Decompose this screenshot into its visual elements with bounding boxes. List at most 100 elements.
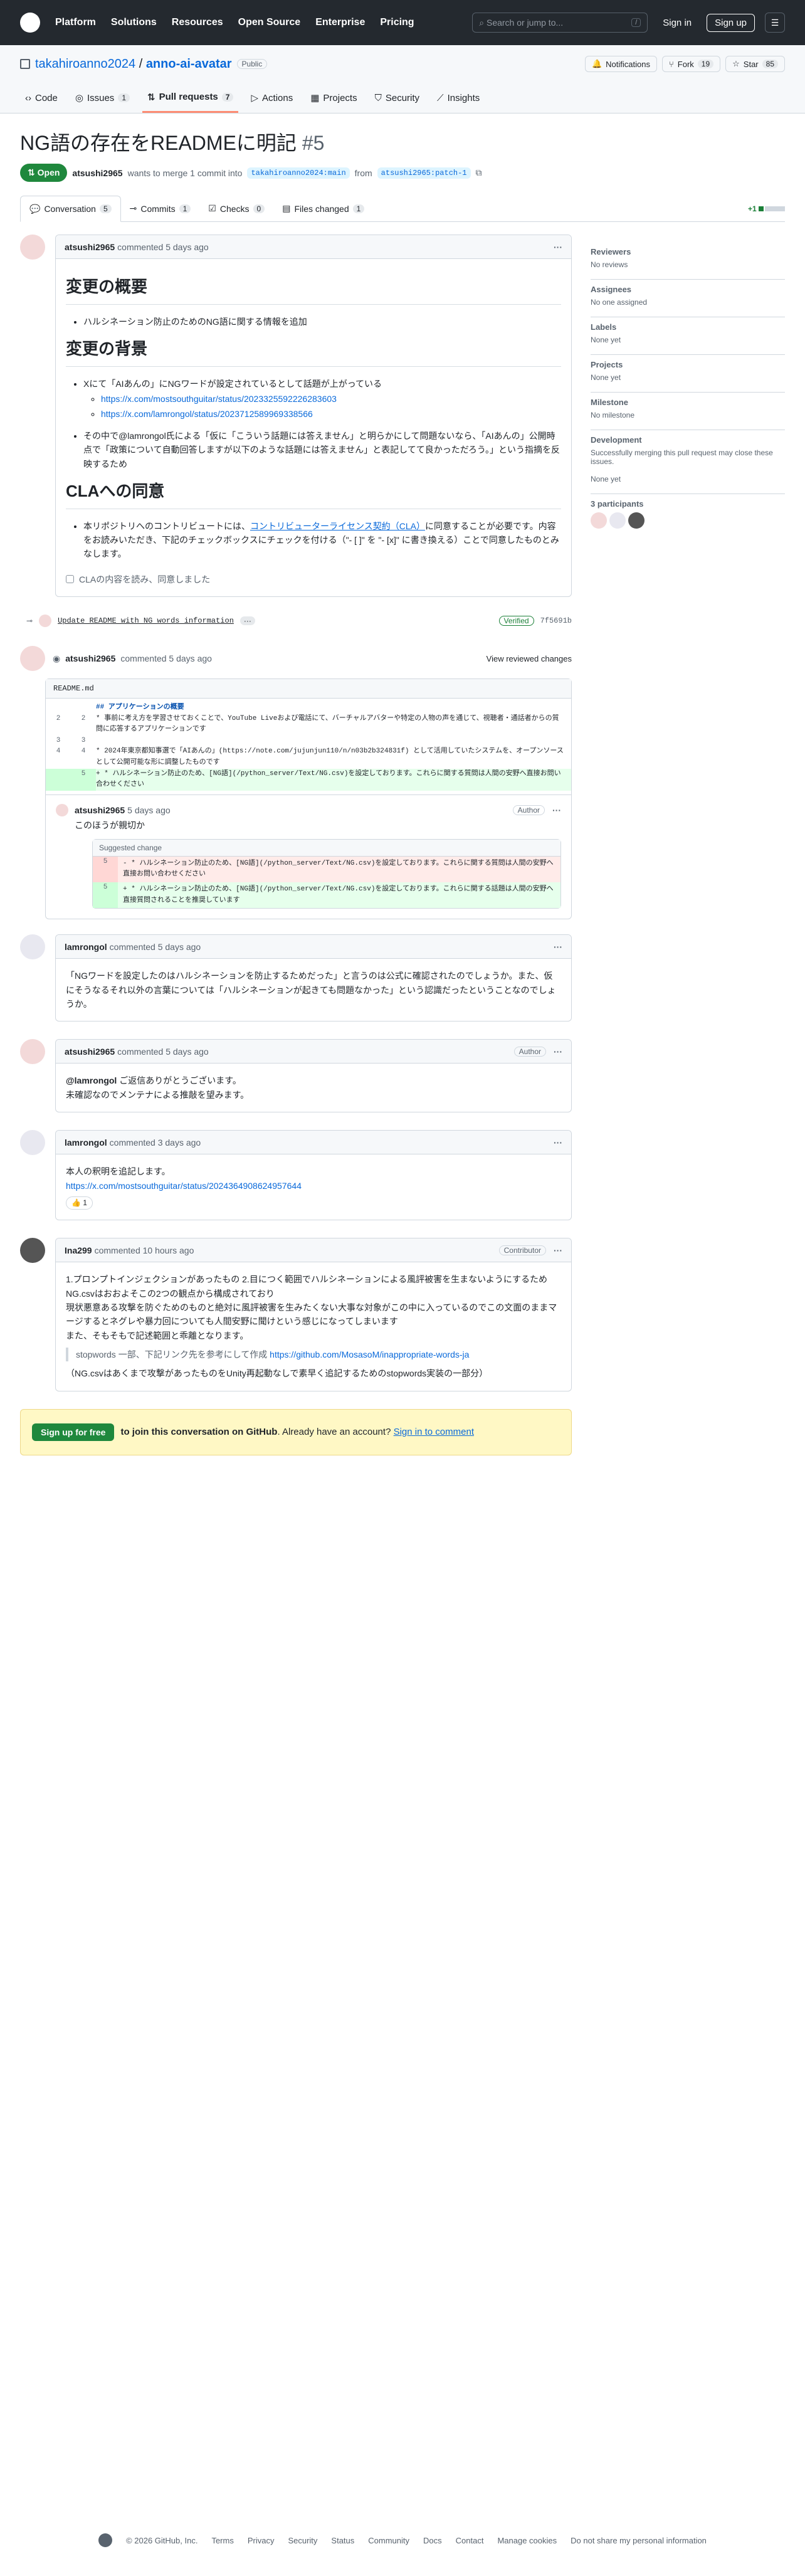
nav-enterprise[interactable]: Enterprise [315, 17, 365, 28]
fork-button[interactable]: ⑂ Fork 19 [661, 56, 721, 72]
comment-time[interactable]: commented 5 days ago [117, 1047, 209, 1057]
comment-author[interactable]: Ina299 [65, 1245, 92, 1255]
footer-link[interactable]: Privacy [248, 2536, 275, 2545]
x-link-1[interactable]: https://x.com/mostsouthguitar/status/202… [101, 394, 337, 404]
participant-avatar[interactable] [628, 512, 645, 529]
tab-conversation[interactable]: 💬 Conversation 5 [20, 196, 121, 222]
github-logo-icon[interactable] [98, 2533, 113, 2547]
avatar[interactable] [39, 615, 52, 628]
commit-sha[interactable]: 7f5691b [540, 616, 572, 625]
tab-issues[interactable]: ◎ Issues 1 [70, 83, 135, 113]
repo-name-link[interactable]: anno-ai-avatar [146, 57, 232, 71]
diff-line-added: 5 + * ハルシネーション防止のため、[NG語](/python_server/… [46, 768, 571, 791]
sign-up-free-button[interactable]: Sign up for free [32, 1423, 115, 1441]
ellipsis-button[interactable]: ··· [239, 616, 255, 626]
footer-link[interactable]: Security [288, 2536, 317, 2545]
nav-open-source[interactable]: Open Source [238, 17, 301, 28]
kebab-icon[interactable]: ··· [554, 1245, 562, 1255]
tab-projects[interactable]: ▦ Projects [305, 83, 362, 113]
tab-insights[interactable]: ⟋ Insights [432, 83, 485, 113]
footer-link[interactable]: Manage cookies [497, 2536, 557, 2545]
kebab-icon[interactable]: ··· [554, 242, 562, 252]
avatar[interactable] [56, 803, 68, 816]
kebab-icon[interactable]: ··· [554, 1138, 562, 1148]
tab-actions[interactable]: ▷ Actions [246, 83, 298, 113]
comment-author[interactable]: lamrongol [65, 942, 107, 952]
sign-up-button[interactable]: Sign up [707, 13, 755, 32]
github-logo-icon[interactable] [20, 13, 40, 33]
reply-author[interactable]: atsushi2965 [75, 805, 125, 815]
comment-opening: atsushi2965 commented 5 days ago ··· 変更の概要… [20, 235, 572, 598]
comment-time[interactable]: commented 10 hours ago [95, 1245, 194, 1255]
repo-owner-link[interactable]: takahiroanno2024 [35, 57, 135, 71]
nav-resources[interactable]: Resources [172, 17, 223, 28]
participant-avatar[interactable] [591, 512, 607, 529]
tab-files-changed[interactable]: ▤ Files changed 1 [273, 196, 373, 221]
comment-time[interactable]: commented 5 days ago [110, 942, 201, 952]
review-author[interactable]: atsushi2965 [65, 653, 115, 663]
copy-icon[interactable]: ⧉ [476, 167, 482, 178]
footer-link[interactable]: Docs [423, 2536, 442, 2545]
avatar[interactable] [20, 934, 45, 960]
head-branch[interactable]: atsushi2965:patch-1 [377, 167, 471, 179]
comment-time[interactable]: commented 3 days ago [110, 1138, 201, 1148]
diff-file-name[interactable]: README.md [46, 679, 571, 699]
kebab-icon[interactable]: ··· [552, 805, 561, 815]
x-link-2[interactable]: https://x.com/lamrongol/status/202371258… [101, 409, 313, 419]
sign-in-to-comment-link[interactable]: Sign in to comment [394, 1427, 474, 1437]
avatar[interactable] [20, 1039, 45, 1065]
sidebar-heading-labels[interactable]: Labels [591, 322, 785, 332]
avatar[interactable] [20, 1130, 45, 1156]
footer-link[interactable]: Do not share my personal information [571, 2536, 707, 2545]
footer-link[interactable]: Contact [456, 2536, 484, 2545]
nav-platform[interactable]: Platform [55, 17, 96, 28]
avatar[interactable] [20, 646, 45, 672]
sidebar-heading-development[interactable]: Development [591, 435, 785, 445]
x-link[interactable]: https://x.com/mostsouthguitar/status/202… [66, 1181, 302, 1191]
sidebar-heading-projects[interactable]: Projects [591, 360, 785, 369]
signup-banner: Sign up for free to join this conversati… [20, 1408, 572, 1455]
review-time[interactable]: commented 5 days ago [120, 653, 212, 663]
verified-badge[interactable]: Verified [498, 616, 534, 626]
participant-avatar[interactable] [609, 512, 626, 529]
pr-author-link[interactable]: atsushi2965 [72, 168, 122, 178]
reaction-button[interactable]: 👍 1 [66, 1196, 93, 1210]
comment-author[interactable]: atsushi2965 [65, 242, 115, 252]
cla-checkbox[interactable]: CLAの内容を読み、同意しました [66, 573, 561, 586]
reply-time[interactable]: 5 days ago [127, 805, 171, 815]
mention-link[interactable]: @lamrongol [66, 1075, 117, 1085]
tab-checks[interactable]: ☑ Checks 0 [199, 196, 273, 221]
tab-security[interactable]: ⛉ Security [370, 83, 424, 113]
comment-author[interactable]: atsushi2965 [65, 1047, 115, 1057]
sidebar-heading-milestone[interactable]: Milestone [591, 398, 785, 407]
menu-icon[interactable]: ☰ [765, 13, 785, 33]
nav-solutions[interactable]: Solutions [111, 17, 157, 28]
notifications-button[interactable]: 🔔 Notifications [584, 56, 657, 72]
search-input[interactable]: ⌕ Search or jump to... / [472, 13, 648, 33]
avatar[interactable] [20, 235, 45, 260]
tab-commits[interactable]: ⊸ Commits 1 [121, 196, 200, 221]
kebab-icon[interactable]: ··· [554, 942, 562, 952]
sidebar-heading-assignees[interactable]: Assignees [591, 285, 785, 294]
line-code: + * ハルシネーション防止のため、[NG語](/python_server/T… [96, 769, 561, 789]
github-link[interactable]: https://github.com/MosasoM/inappropriate… [270, 1349, 469, 1359]
footer-link[interactable]: Community [368, 2536, 409, 2545]
checkbox-icon[interactable] [66, 575, 74, 584]
tab-pull-requests[interactable]: ⇅ Pull requests 7 [142, 83, 239, 113]
tab-code[interactable]: ‹› Code [20, 83, 63, 113]
sign-in-link[interactable]: Sign in [663, 18, 692, 28]
cla-link[interactable]: コントリビューターライセンス契約（CLA） [250, 521, 425, 531]
footer-link[interactable]: Terms [211, 2536, 233, 2545]
commit-message[interactable]: Update README with NG words information [58, 616, 234, 625]
view-reviewed-changes-button[interactable]: View reviewed changes [487, 654, 572, 663]
sidebar-heading-reviewers[interactable]: Reviewers [591, 247, 785, 256]
eye-icon: ◉ [53, 653, 61, 663]
star-button[interactable]: ☆ Star 85 [725, 56, 785, 72]
base-branch[interactable]: takahiroanno2024:main [247, 167, 350, 179]
comment-time[interactable]: commented 5 days ago [117, 242, 209, 252]
avatar[interactable] [20, 1238, 45, 1264]
comment-author[interactable]: lamrongol [65, 1138, 107, 1148]
nav-pricing[interactable]: Pricing [380, 17, 414, 28]
kebab-icon[interactable]: ··· [554, 1047, 562, 1057]
footer-link[interactable]: Status [331, 2536, 354, 2545]
